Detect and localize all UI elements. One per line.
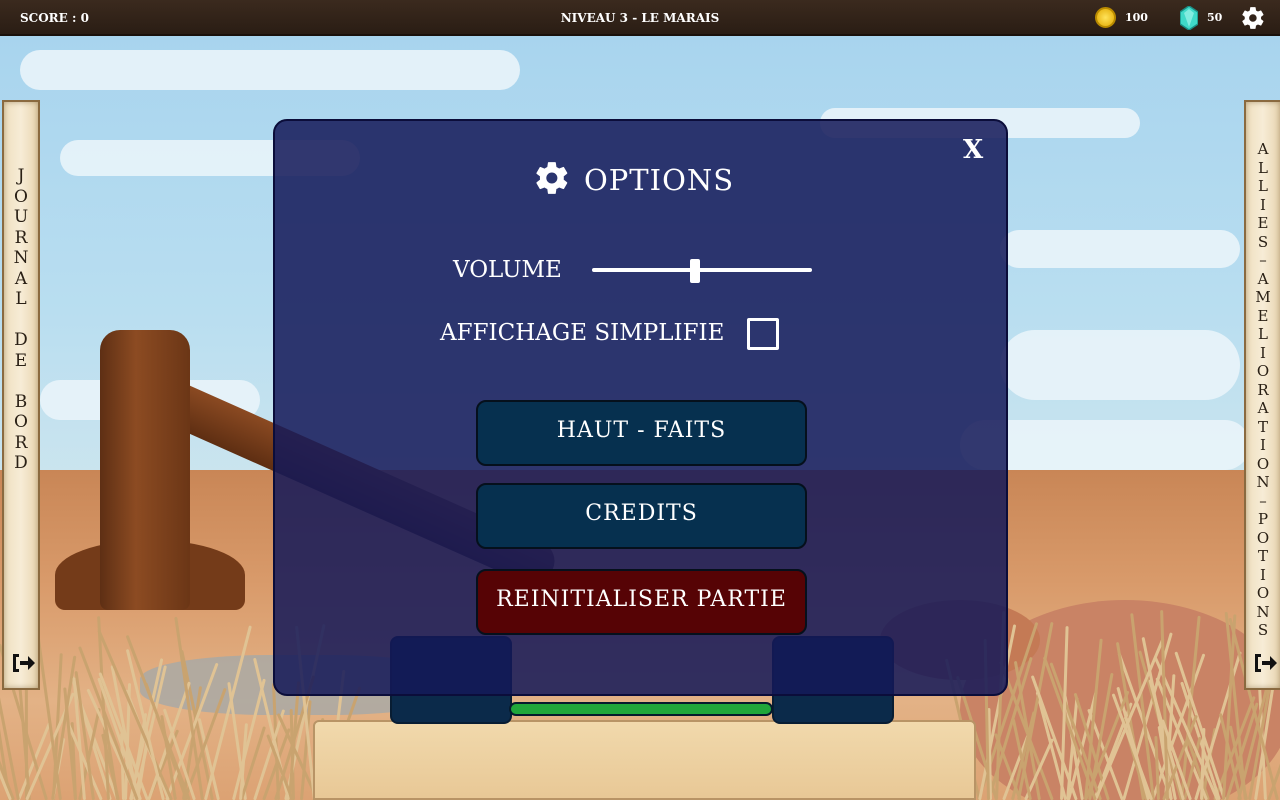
- level-title: NIVEAU 3 - LE MARAIS: [560, 11, 720, 25]
- coin-icon: [1095, 7, 1116, 28]
- progress-bar-fill: [511, 704, 771, 714]
- options-dialog: X OPTIONS VOLUME AFFICHAGE SIMPLIFIE HAU…: [273, 119, 1008, 696]
- journal-panel-label: J O U R N A L D E B O R D: [13, 166, 29, 473]
- cloud: [20, 50, 520, 90]
- progress-bar: [509, 702, 773, 716]
- cloud: [1000, 330, 1240, 400]
- journal-panel-tab[interactable]: J O U R N A L D E B O R D: [2, 100, 40, 690]
- broken-tree-trunk: [100, 330, 190, 610]
- bottom-parchment-panel: [313, 720, 976, 800]
- coin-count: 100: [1125, 11, 1148, 24]
- gem-count: 50: [1207, 11, 1223, 24]
- allies-panel-label: A L L I E S – A M E L I O R A T I O N – …: [1255, 140, 1271, 639]
- simple-display-label: AFFICHAGE SIMPLIFIE: [440, 320, 725, 346]
- allies-panel-tab[interactable]: A L L I E S – A M E L I O R A T I O N – …: [1244, 100, 1280, 690]
- simple-display-checkbox[interactable]: [747, 318, 779, 350]
- gear-icon: [536, 162, 568, 194]
- volume-label: VOLUME: [453, 257, 562, 283]
- gem-icon: [1180, 6, 1198, 30]
- achievements-button[interactable]: HAUT - FAITS: [476, 400, 807, 466]
- cloud: [1000, 230, 1240, 268]
- options-title: OPTIONS: [584, 163, 735, 197]
- exit-icon[interactable]: [1253, 652, 1277, 674]
- settings-gear-icon[interactable]: [1240, 5, 1266, 31]
- credits-button[interactable]: CREDITS: [476, 483, 807, 549]
- reset-game-button[interactable]: REINITIALISER PARTIE: [476, 569, 807, 635]
- volume-slider-track: [592, 268, 812, 272]
- top-bar: SCORE : 0 NIVEAU 3 - LE MARAIS 100 50: [0, 0, 1280, 36]
- volume-slider-thumb[interactable]: [690, 259, 701, 283]
- options-title-row: OPTIONS: [275, 159, 1010, 199]
- exit-icon[interactable]: [11, 652, 35, 674]
- volume-slider[interactable]: [592, 259, 812, 285]
